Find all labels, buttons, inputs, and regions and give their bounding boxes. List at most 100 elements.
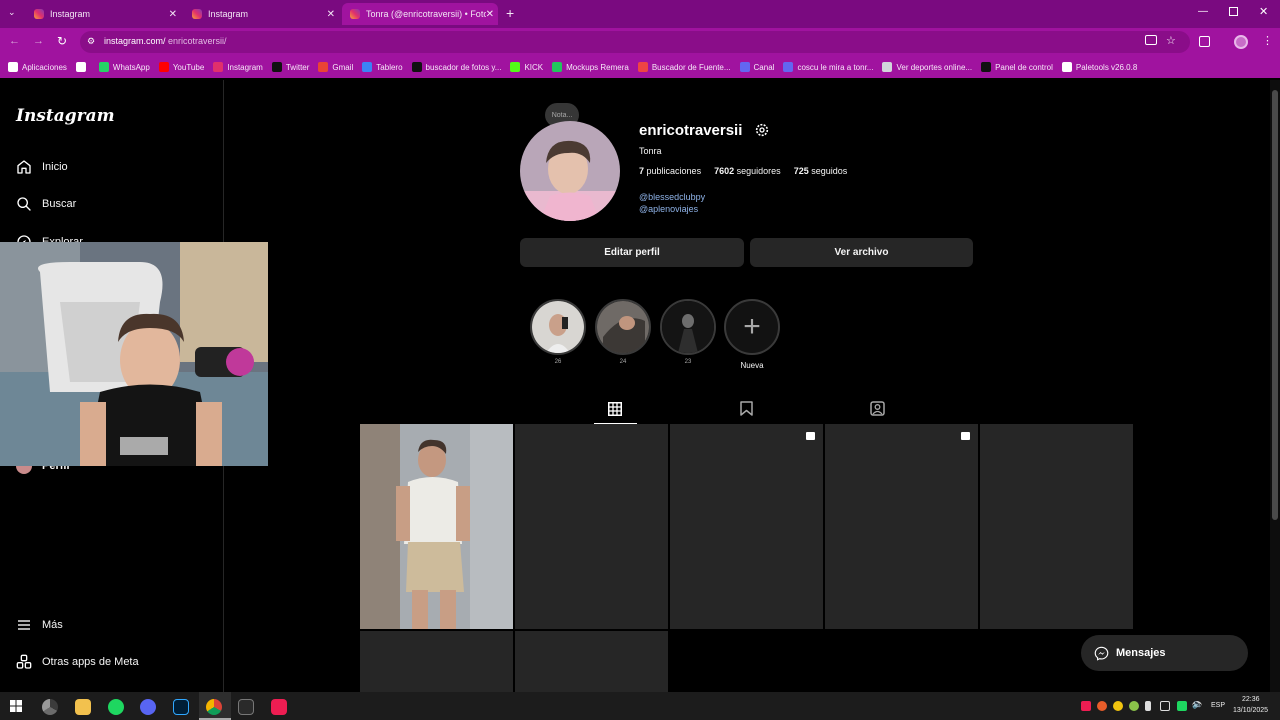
bookmark-label: Tablero (376, 62, 403, 72)
post-tile-3[interactable] (670, 424, 823, 629)
browser-tab-1[interactable]: Instagram ✕ (26, 3, 181, 25)
view-archive-button[interactable]: Ver archivo (750, 238, 973, 267)
bookmark-item[interactable]: KICK (510, 62, 543, 72)
discord-icon[interactable] (140, 699, 156, 715)
bookmark-item[interactable]: Gmail (318, 62, 353, 72)
app-launcher-icon[interactable] (238, 699, 254, 715)
plus-icon: + (743, 310, 761, 343)
bookmark-item[interactable]: coscu le mira a tonr... (783, 62, 873, 72)
browser-menu-icon[interactable]: ⋮ (1262, 34, 1273, 47)
post-tile-2[interactable] (515, 424, 668, 629)
highlight-label: 23 (684, 359, 692, 365)
display-icon[interactable] (1160, 701, 1170, 711)
bookmark-item[interactable]: Panel de control (981, 62, 1053, 72)
tray-app-icon[interactable] (1113, 701, 1123, 711)
reload-icon[interactable]: ↻ (57, 34, 67, 48)
clock-date[interactable]: 13/10/2025 (1233, 707, 1268, 714)
new-highlight-button[interactable]: + (724, 299, 780, 355)
volume-icon[interactable]: 🔈 (1192, 699, 1203, 710)
bookmark-item[interactable]: YouTube (158, 62, 204, 72)
post-tile-7[interactable] (515, 631, 668, 692)
bookmark-item[interactable]: Mockups Remera (552, 62, 629, 72)
spotify-icon[interactable] (108, 699, 124, 715)
network-icon[interactable] (1177, 701, 1187, 711)
highlight-26[interactable] (530, 299, 586, 355)
post-tile-5[interactable] (980, 424, 1133, 629)
profile-tab-posts[interactable] (594, 394, 637, 424)
bookmark-item[interactable]: buscador de fotos y... (411, 62, 501, 72)
tiktok-tray-icon[interactable] (1081, 701, 1091, 711)
messages-button[interactable]: Mensajes (1081, 635, 1248, 671)
browser-tab-3-active[interactable]: Tonra (@enricotraversii) • Foto… ✕ (342, 3, 498, 25)
instagram-logo[interactable]: Instagram (16, 106, 115, 126)
windows-start-icon[interactable] (10, 700, 22, 712)
sidebar-item-inicio[interactable]: Inicio (16, 159, 68, 175)
following-count[interactable]: 725 (794, 166, 809, 176)
carousel-icon (806, 432, 815, 440)
bookmark-item[interactable]: Buscador de Fuente... (637, 62, 731, 72)
post-tile-6[interactable] (360, 631, 513, 692)
grid-icon (75, 62, 86, 72)
close-window-icon[interactable]: ✕ (1259, 5, 1268, 18)
address-bar[interactable]: ⚙ instagram.com/ enricotraversii/ ☆ (80, 31, 1190, 53)
highlight-24[interactable] (595, 299, 651, 355)
restore-window-icon[interactable] (1229, 7, 1238, 16)
bookmark-item[interactable]: Aplicaciones (8, 62, 67, 72)
new-tab-icon[interactable]: + (506, 5, 514, 21)
close-tab-icon[interactable]: ✕ (327, 9, 335, 20)
browser-tab-2[interactable]: Instagram ✕ (184, 3, 339, 25)
bookmark-item[interactable] (75, 62, 90, 72)
followers-count[interactable]: 7602 (714, 166, 734, 176)
site-info-icon[interactable]: ⚙ (87, 36, 95, 47)
clock-time[interactable]: 22:36 (1242, 696, 1260, 703)
highlight-cover (662, 301, 714, 353)
minimize-window-icon[interactable]: — (1198, 6, 1208, 17)
chrome-icon[interactable] (206, 699, 222, 715)
sidebar-item-mas[interactable]: Más (16, 617, 63, 633)
highlight-23[interactable] (660, 299, 716, 355)
bookmark-item[interactable]: Ver deportes online... (882, 62, 972, 72)
bio-link[interactable]: @blessedclubpy (639, 192, 705, 202)
bio-link[interactable]: @aplenoviajes (639, 204, 698, 214)
post-tile-4[interactable] (825, 424, 978, 629)
file-explorer-icon[interactable] (75, 699, 91, 715)
bookmark-item[interactable]: Twitter (271, 62, 309, 72)
chrome-canary-icon[interactable] (42, 699, 58, 715)
language-indicator[interactable]: ESP (1211, 702, 1225, 709)
bookmark-item[interactable]: WhatsApp (98, 62, 150, 72)
settings-gear-icon[interactable] (754, 122, 770, 138)
microphone-icon[interactable] (1145, 701, 1151, 711)
bookmark-item[interactable]: Instagram (213, 62, 263, 72)
saved-bookmark-icon[interactable] (740, 401, 753, 416)
photoshop-icon[interactable] (173, 699, 189, 715)
back-icon[interactable]: ← (9, 35, 20, 47)
followers-label[interactable]: seguidores (737, 166, 781, 176)
scrollbar-thumb[interactable] (1272, 90, 1278, 520)
bookmark-item[interactable]: Canal (739, 62, 774, 72)
install-app-icon[interactable] (1145, 35, 1157, 45)
tiktok-icon[interactable] (271, 699, 287, 715)
user-avatar-icon[interactable] (1234, 35, 1248, 49)
instagram-favicon-icon (350, 9, 360, 19)
tray-app-icon[interactable] (1129, 701, 1139, 711)
profile-avatar[interactable] (520, 121, 620, 221)
forward-icon[interactable]: → (33, 35, 44, 47)
bookmark-star-icon[interactable]: ☆ (1166, 34, 1176, 47)
tagged-photo-icon[interactable] (870, 401, 885, 416)
close-tab-icon[interactable]: ✕ (169, 9, 177, 20)
note-text: Nota... (551, 111, 573, 119)
sidebar-item-label: Inicio (42, 161, 68, 173)
tab-list-chevron-icon[interactable]: ⌄ (8, 7, 16, 18)
extensions-icon[interactable] (1199, 36, 1210, 47)
post-tile-1[interactable] (360, 424, 513, 629)
sidebar-item-meta-apps[interactable]: Otras apps de Meta (16, 654, 139, 670)
following-label[interactable]: seguidos (811, 166, 847, 176)
page-scrollbar[interactable] (1270, 80, 1280, 692)
bookmark-item[interactable]: Tablero (362, 62, 403, 72)
bookmark-item[interactable]: Paletools v26.0.8 (1061, 62, 1137, 72)
tab-title: Instagram (208, 9, 249, 19)
tray-app-icon[interactable] (1097, 701, 1107, 711)
sidebar-item-buscar[interactable]: Buscar (16, 196, 76, 212)
close-tab-icon[interactable]: ✕ (486, 9, 494, 20)
edit-profile-button[interactable]: Editar perfil (520, 238, 744, 267)
